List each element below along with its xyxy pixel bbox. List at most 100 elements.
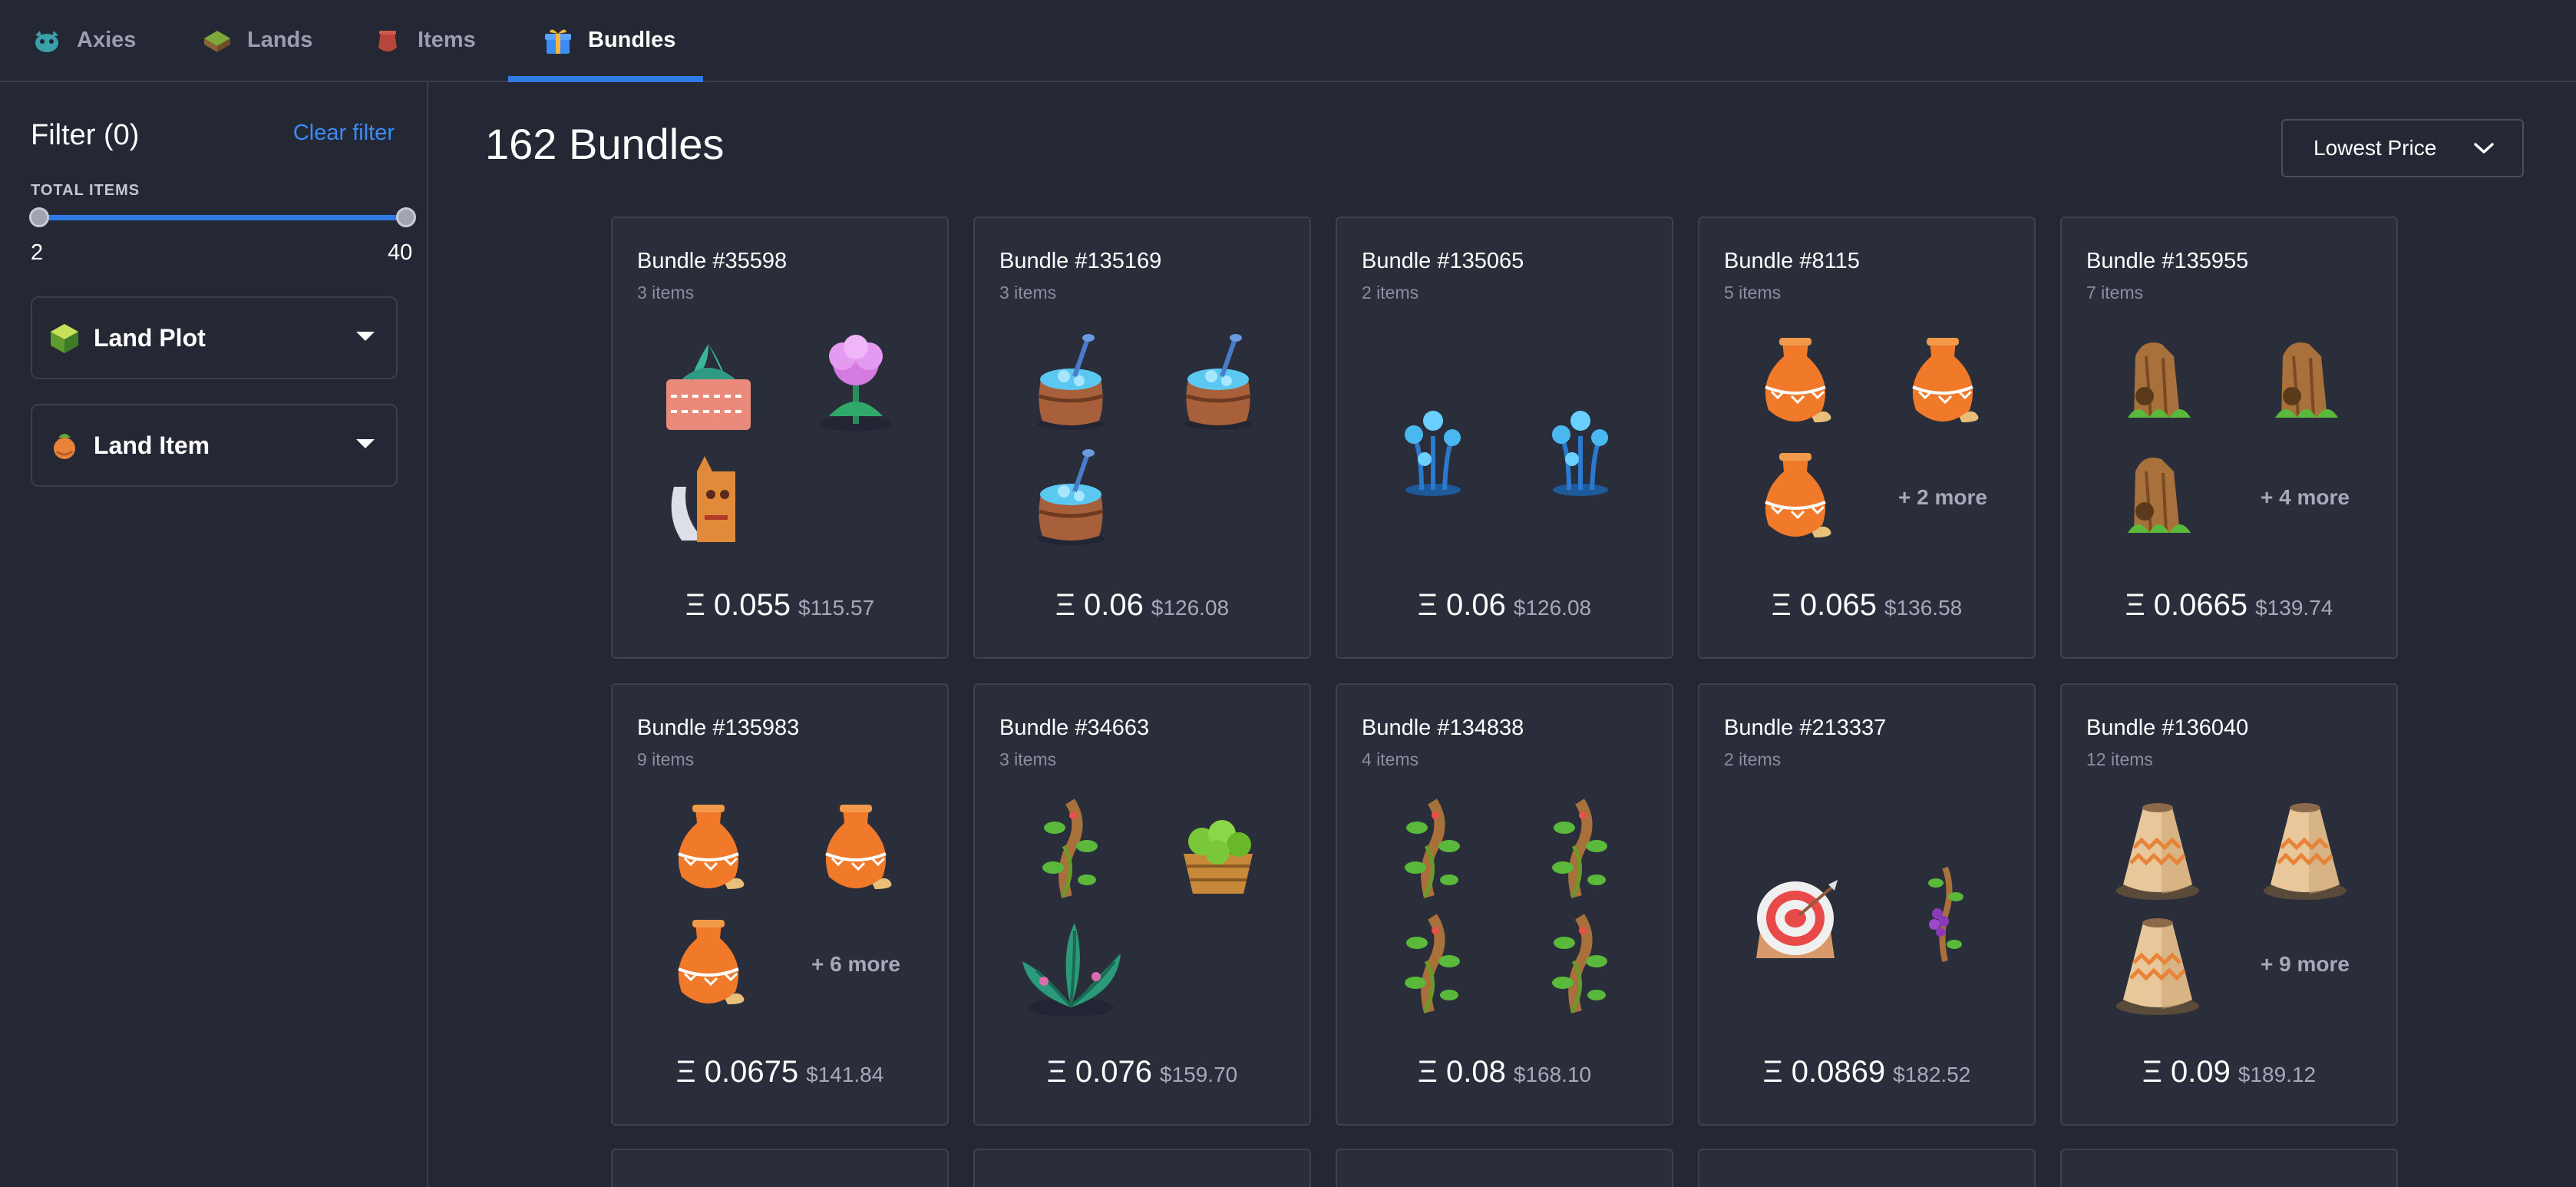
tab-items[interactable]: Items bbox=[372, 0, 476, 81]
filter-title: Filter (0) bbox=[31, 119, 140, 151]
water-barrel-icon bbox=[1037, 449, 1105, 545]
bundle-card[interactable]: Bundle #34663 3 items Ξ 0.076 $159.70 bbox=[973, 683, 1311, 1126]
slider-min-value: 2 bbox=[31, 240, 44, 265]
price-row: Ξ 0.055 $115.57 bbox=[613, 588, 947, 623]
tab-lands[interactable]: Lands bbox=[201, 0, 312, 81]
bundle-card[interactable]: Bundle #135983 9 items + 6 more Ξ 0.0675 $14… bbox=[611, 683, 949, 1126]
slider-max-handle[interactable] bbox=[396, 207, 416, 227]
land-icon bbox=[204, 30, 230, 52]
slider-min-handle[interactable] bbox=[29, 207, 49, 227]
orange-vase-icon bbox=[825, 805, 892, 889]
top-nav: Axies Lands Items Bundles bbox=[0, 0, 2576, 82]
bundle-title: Bundle #8115 bbox=[1724, 249, 1860, 273]
eth-price: Ξ 0.06 bbox=[1417, 588, 1506, 622]
tab-axies[interactable]: Axies bbox=[31, 0, 136, 81]
usd-price: $136.58 bbox=[1884, 596, 1963, 620]
price-row: Ξ 0.08 $168.10 bbox=[1337, 1055, 1672, 1089]
bundle-card[interactable]: Bundle #135955 7 items + 4 more Ξ 0.0665 $13… bbox=[2060, 217, 2398, 659]
land-plot-icon bbox=[51, 324, 78, 353]
bundle-title: Bundle #135983 bbox=[637, 716, 800, 740]
bundle-card[interactable]: Bundle #135065 2 items Ξ 0.06 $126.08 bbox=[1336, 217, 1673, 659]
blue-flower-icon bbox=[1405, 411, 1461, 496]
bundle-card[interactable] bbox=[1336, 1149, 1673, 1187]
accordion-label: Land Plot bbox=[94, 323, 206, 352]
bundle-card[interactable]: Bundle #8115 5 items + 2 more Ξ 0.065 $136.5… bbox=[1698, 217, 2036, 659]
caret-down-icon bbox=[356, 439, 375, 448]
bundle-card[interactable] bbox=[2060, 1149, 2398, 1187]
tab-label: Lands bbox=[247, 28, 313, 52]
clay-vase-icon bbox=[2116, 803, 2199, 900]
bundle-card[interactable] bbox=[1698, 1149, 2036, 1187]
bundle-item-count: 4 items bbox=[1362, 749, 1419, 769]
tab-label: Bundles bbox=[588, 28, 676, 52]
axie-icon bbox=[35, 30, 58, 52]
usd-price: $159.70 bbox=[1160, 1063, 1238, 1086]
clear-filter-link[interactable]: Clear filter bbox=[293, 121, 395, 146]
eth-price: Ξ 0.09 bbox=[2142, 1055, 2231, 1089]
orange-vase-icon bbox=[1765, 453, 1831, 537]
bundle-title: Bundle #135169 bbox=[999, 249, 1162, 273]
tab-bundles[interactable]: Bundles bbox=[508, 0, 703, 82]
total-items-slider-track[interactable] bbox=[38, 215, 405, 220]
price-row: Ξ 0.0665 $139.74 bbox=[2062, 588, 2396, 623]
bundle-title: Bundle #135955 bbox=[2086, 249, 2249, 273]
bundle-item-count: 5 items bbox=[1724, 283, 1782, 303]
item-icon bbox=[378, 30, 397, 51]
eth-price: Ξ 0.0675 bbox=[675, 1055, 799, 1089]
eth-price: Ξ 0.0869 bbox=[1762, 1055, 1886, 1089]
eth-price: Ξ 0.055 bbox=[685, 588, 791, 622]
chevron-down-icon bbox=[2474, 143, 2494, 154]
bundle-title: Bundle #213337 bbox=[1724, 716, 1887, 740]
price-row: Ξ 0.065 $136.58 bbox=[1699, 588, 2034, 623]
beanstalk-icon bbox=[1405, 798, 1460, 898]
usd-price: $139.74 bbox=[2255, 596, 2333, 620]
sort-dropdown[interactable]: Lowest Price bbox=[2281, 119, 2524, 177]
stump-icon bbox=[2275, 342, 2338, 418]
bundle-title: Bundle #34663 bbox=[999, 716, 1150, 740]
gift-icon bbox=[545, 28, 571, 54]
sort-selected-value: Lowest Price bbox=[2313, 136, 2437, 160]
pink-flower-icon bbox=[821, 335, 891, 431]
bundle-card[interactable]: Bundle #135169 3 items Ξ 0.06 $126.08 bbox=[973, 217, 1311, 659]
succulent-pot-icon bbox=[666, 344, 751, 430]
usd-price: $115.57 bbox=[798, 596, 875, 620]
price-row: Ξ 0.06 $126.08 bbox=[975, 588, 1309, 623]
bundle-card[interactable]: Bundle #134838 4 items Ξ 0.08 $168.10 bbox=[1336, 683, 1673, 1126]
water-barrel-icon bbox=[1184, 334, 1252, 430]
orange-vase-icon bbox=[678, 920, 745, 1004]
total-items-label: TOTAL ITEMS bbox=[31, 182, 140, 199]
bundle-card[interactable]: Bundle #35598 3 items Ξ 0.055 $115.57 bbox=[611, 217, 949, 659]
orange-vase-icon bbox=[678, 805, 745, 889]
price-row: Ξ 0.0675 $141.84 bbox=[613, 1055, 947, 1089]
more-items-label: + 6 more bbox=[811, 952, 900, 976]
water-barrel-icon bbox=[1037, 334, 1105, 430]
tab-label: Axies bbox=[77, 28, 137, 52]
bundle-item-count: 3 items bbox=[637, 283, 695, 303]
bundle-card[interactable]: Bundle #213337 2 items Ξ 0.0869 $182.52 bbox=[1698, 683, 2036, 1126]
beanstalk-icon bbox=[1042, 798, 1098, 898]
bundle-card[interactable]: Bundle #136040 12 items + 9 more Ξ 0.09 $189… bbox=[2060, 683, 2398, 1126]
stump-icon bbox=[2128, 342, 2191, 418]
bundle-card[interactable] bbox=[973, 1149, 1311, 1187]
bundle-title: Bundle #35598 bbox=[637, 249, 788, 273]
eth-price: Ξ 0.0665 bbox=[2125, 588, 2248, 622]
orange-vase-icon bbox=[1912, 338, 1979, 422]
price-row: Ξ 0.06 $126.08 bbox=[1337, 588, 1672, 623]
caret-down-icon bbox=[356, 332, 375, 341]
orange-vase-icon bbox=[1765, 338, 1831, 422]
accordion-label: Land Item bbox=[94, 431, 210, 459]
bundle-item-count: 3 items bbox=[999, 283, 1057, 303]
land-item-accordion[interactable]: Land Item bbox=[31, 404, 398, 487]
blue-flower-icon bbox=[1552, 411, 1608, 496]
bundle-item-count: 3 items bbox=[999, 749, 1057, 769]
eth-price: Ξ 0.06 bbox=[1055, 588, 1144, 622]
more-items-label: + 2 more bbox=[1898, 485, 1987, 509]
land-plot-accordion[interactable]: Land Plot bbox=[31, 296, 398, 379]
fruit-basket-icon bbox=[1184, 820, 1253, 894]
bundle-card[interactable] bbox=[611, 1149, 949, 1187]
target-stump-icon bbox=[1756, 880, 1838, 958]
price-row: Ξ 0.09 $189.12 bbox=[2062, 1055, 2396, 1089]
filter-sidebar: Filter (0) Clear filter TOTAL ITEMS 2 40… bbox=[0, 82, 428, 1187]
usd-price: $189.12 bbox=[2237, 1063, 2317, 1086]
usd-price: $141.84 bbox=[806, 1063, 884, 1086]
